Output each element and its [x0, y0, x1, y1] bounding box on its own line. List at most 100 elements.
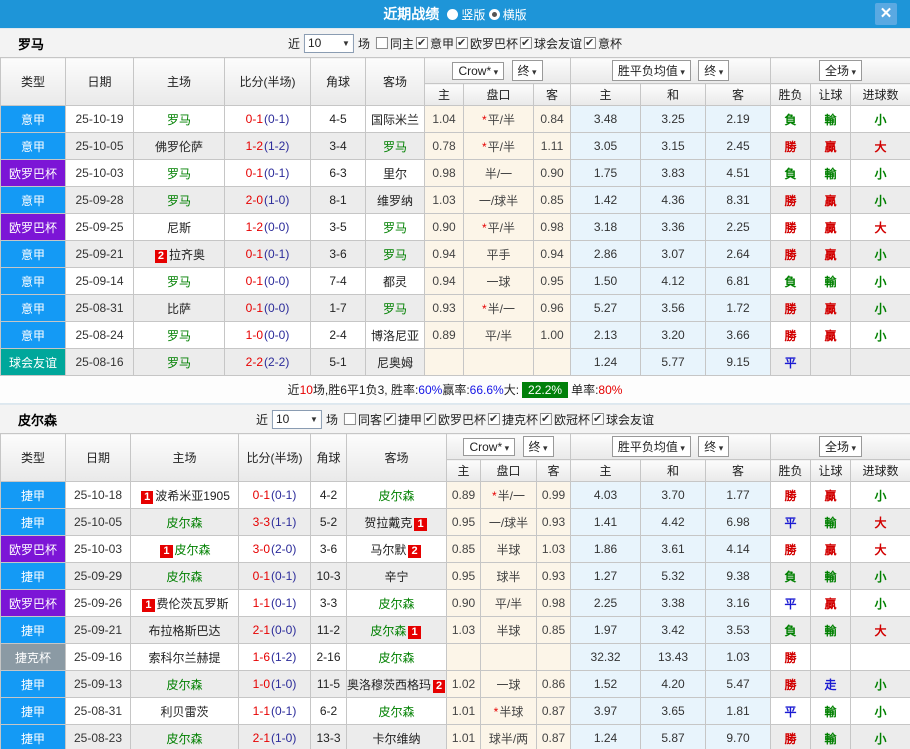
- team-name[interactable]: 罗马: [167, 329, 191, 343]
- team-name[interactable]: 比萨: [167, 302, 191, 316]
- away-team-cell[interactable]: 贺拉戴克 1: [346, 508, 447, 536]
- fullmatch-dropdown[interactable]: 全场: [819, 436, 863, 457]
- team-name[interactable]: 皮尔森: [378, 705, 414, 719]
- avg-time-dropdown[interactable]: 终: [698, 436, 730, 457]
- team-name[interactable]: 皮尔森: [378, 651, 414, 665]
- home-team-cell[interactable]: 比萨: [133, 294, 225, 322]
- home-team-cell[interactable]: 1 皮尔森: [130, 535, 239, 563]
- checkbox-icon[interactable]: [424, 412, 436, 426]
- away-team-cell[interactable]: 里尔: [365, 159, 425, 187]
- team-name[interactable]: 尼奥姆: [377, 356, 413, 370]
- away-team-cell[interactable]: 皮尔森: [346, 589, 447, 617]
- match-count-select[interactable]: 10 ▼: [303, 33, 354, 53]
- team-name[interactable]: 维罗纳: [377, 194, 413, 208]
- team-name[interactable]: 博洛尼亚: [371, 329, 419, 343]
- avg-odds-dropdown[interactable]: 胜平负均值: [611, 436, 691, 457]
- away-team-cell[interactable]: 罗马: [365, 294, 425, 322]
- team-name[interactable]: 皮尔森: [166, 678, 202, 692]
- bookmaker-dropdown[interactable]: Crow*: [463, 438, 516, 456]
- home-team-cell[interactable]: 皮尔森: [130, 724, 239, 749]
- checkbox-icon[interactable]: [415, 36, 428, 50]
- away-team-cell[interactable]: 皮尔森: [346, 481, 447, 509]
- team-name[interactable]: 皮尔森: [166, 516, 202, 530]
- home-team-cell[interactable]: 罗马: [133, 105, 225, 133]
- team-name[interactable]: 皮尔森: [370, 624, 406, 638]
- filter-checkbox[interactable]: 同主: [375, 35, 414, 52]
- checkbox-icon[interactable]: [488, 412, 501, 426]
- home-team-cell[interactable]: 皮尔森: [130, 670, 239, 698]
- filter-checkbox[interactable]: 意甲: [415, 35, 454, 52]
- radio-icon[interactable]: [488, 8, 500, 20]
- team-name[interactable]: 波希米亚1905: [155, 489, 230, 503]
- away-team-cell[interactable]: 博洛尼亚: [365, 321, 425, 349]
- team-name[interactable]: 罗马: [167, 194, 191, 208]
- team-name[interactable]: 佛罗伦萨: [155, 140, 203, 154]
- team-name[interactable]: 罗马: [167, 356, 191, 370]
- filter-checkbox[interactable]: 捷甲: [383, 411, 422, 428]
- home-team-cell[interactable]: 索科尔兰赫提: [130, 643, 239, 671]
- away-team-cell[interactable]: 奥洛穆茨西格玛 2: [346, 670, 447, 698]
- team-name[interactable]: 都灵: [383, 275, 407, 289]
- team-name[interactable]: 皮尔森: [378, 489, 414, 503]
- away-team-cell[interactable]: 皮尔森: [346, 697, 447, 725]
- fullmatch-dropdown[interactable]: 全场: [819, 60, 863, 81]
- team-name[interactable]: 拉齐奥: [169, 248, 205, 262]
- team-name[interactable]: 辛宁: [384, 570, 408, 584]
- match-count-select[interactable]: 10 ▼: [271, 409, 322, 429]
- team-name[interactable]: 奥洛穆茨西格玛: [348, 678, 432, 692]
- away-team-cell[interactable]: 罗马: [365, 240, 425, 268]
- away-team-cell[interactable]: 卡尔维纳: [346, 724, 447, 749]
- home-team-cell[interactable]: 尼斯: [133, 213, 225, 241]
- home-team-cell[interactable]: 1 波希米亚1905: [130, 481, 239, 509]
- team-name[interactable]: 皮尔森: [175, 543, 211, 557]
- home-team-cell[interactable]: 利贝雷茨: [130, 697, 239, 725]
- team-name[interactable]: 罗马: [383, 302, 407, 316]
- odds-time-dropdown[interactable]: 终: [511, 60, 543, 81]
- away-team-cell[interactable]: 辛宁: [346, 562, 447, 590]
- away-team-cell[interactable]: 罗马: [365, 132, 425, 160]
- team-name[interactable]: 罗马: [383, 140, 407, 154]
- home-team-cell[interactable]: 皮尔森: [130, 562, 239, 590]
- home-team-cell[interactable]: 皮尔森: [130, 508, 239, 536]
- home-team-cell[interactable]: 罗马: [133, 267, 225, 295]
- team-name[interactable]: 马尔默: [370, 543, 406, 557]
- checkbox-icon[interactable]: [375, 37, 388, 49]
- home-team-cell[interactable]: 罗马: [133, 321, 225, 349]
- home-team-cell[interactable]: 2 拉齐奥: [133, 240, 225, 268]
- filter-checkbox[interactable]: 球会友谊: [520, 35, 582, 52]
- team-name[interactable]: 皮尔森: [378, 597, 414, 611]
- team-name[interactable]: 贺拉戴克: [364, 516, 412, 530]
- team-name[interactable]: 费伦茨瓦罗斯: [157, 597, 229, 611]
- team-name[interactable]: 罗马: [167, 167, 191, 181]
- filter-checkbox[interactable]: 意杯: [584, 35, 622, 52]
- filter-checkbox[interactable]: 欧罗巴杯: [456, 35, 518, 52]
- team-name[interactable]: 罗马: [167, 275, 191, 289]
- checkbox-icon[interactable]: [592, 412, 605, 426]
- checkbox-icon[interactable]: [584, 36, 597, 50]
- checkbox-icon[interactable]: [343, 413, 356, 425]
- home-team-cell[interactable]: 布拉格斯巴达: [130, 616, 239, 644]
- filter-checkbox[interactable]: 欧冠杯: [540, 411, 590, 428]
- checkbox-icon[interactable]: [520, 36, 533, 50]
- odds-time-dropdown[interactable]: 终: [522, 436, 554, 457]
- team-name[interactable]: 皮尔森: [166, 570, 202, 584]
- team-name[interactable]: 尼斯: [167, 221, 191, 235]
- filter-checkbox[interactable]: 球会友谊: [592, 411, 654, 428]
- away-team-cell[interactable]: 都灵: [365, 267, 425, 295]
- checkbox-icon[interactable]: [540, 412, 553, 426]
- avg-time-dropdown[interactable]: 终: [698, 60, 730, 81]
- home-team-cell[interactable]: 罗马: [133, 159, 225, 187]
- away-team-cell[interactable]: 维罗纳: [365, 186, 425, 214]
- team-name[interactable]: 皮尔森: [166, 732, 202, 746]
- away-team-cell[interactable]: 马尔默 2: [346, 535, 447, 563]
- team-name[interactable]: 罗马: [167, 113, 191, 127]
- team-name[interactable]: 布拉格斯巴达: [148, 624, 220, 638]
- bookmaker-dropdown[interactable]: Crow*: [452, 62, 505, 80]
- filter-checkbox[interactable]: 欧罗巴杯: [424, 411, 486, 428]
- team-name[interactable]: 国际米兰: [371, 113, 419, 127]
- away-team-cell[interactable]: 罗马: [365, 213, 425, 241]
- away-team-cell[interactable]: 尼奥姆: [365, 348, 425, 376]
- filter-checkbox[interactable]: 捷克杯: [488, 411, 538, 428]
- close-button[interactable]: ✕: [875, 3, 897, 25]
- home-team-cell[interactable]: 罗马: [133, 348, 225, 376]
